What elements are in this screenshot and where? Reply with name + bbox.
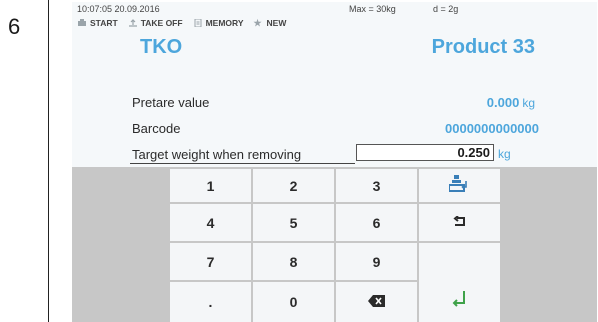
key-7[interactable]: 7 [170,243,251,280]
scale-load-icon [447,175,471,196]
enter-icon [452,291,468,312]
toolbar-take-off-label: TAKE OFF [140,18,183,28]
toolbar-start-button[interactable]: START [77,18,118,28]
toolbar-take-off-button[interactable]: TAKE OFF [128,18,183,28]
pretare-value-display: 0.000 kg [487,95,535,110]
undo-icon [452,214,467,231]
toolbar-start-label: START [90,18,118,28]
key-decimal[interactable]: . [170,282,251,322]
mode-title: TKO [140,36,183,58]
barcode-value: 0000000000000 [445,121,539,136]
backspace-icon [367,294,386,310]
toolbar-memory-button[interactable]: MEMORY [193,18,244,28]
key-5[interactable]: 5 [253,204,334,241]
key-9[interactable]: 9 [336,243,417,280]
product-title: Product 33 [431,36,535,58]
target-weight-unit: kg [498,147,511,161]
key-1[interactable]: 1 [170,169,251,202]
toolbar-new-label: NEW [266,18,287,28]
pretare-unit: kg [522,96,535,110]
target-underline [130,163,355,164]
scale-icon [77,19,87,27]
key-2[interactable]: 2 [253,169,334,202]
barcode-label: Barcode [132,121,181,136]
key-3[interactable]: 3 [336,169,417,202]
step-divider [48,0,49,322]
toolbar-new-button[interactable]: ★ NEW [254,18,287,28]
tare-icon [128,19,138,27]
enter-button[interactable] [419,243,500,322]
pretare-label: Pretare value [132,95,210,110]
toolbar-memory-label: MEMORY [205,18,244,28]
scale-load-button[interactable] [419,169,500,202]
backspace-button[interactable] [336,282,417,322]
key-0[interactable]: 0 [253,282,334,322]
undo-button[interactable] [419,204,500,241]
status-bar: 10:07:05 20.09.2016 Max = 30kg d = 2g [77,4,458,14]
status-datetime: 10:07:05 20.09.2016 [77,4,160,14]
status-division: d = 2g [433,4,459,14]
memory-icon [193,18,203,28]
pretare-value: 0.000 [486,95,520,110]
status-max-capacity: Max = 30kg [349,4,396,14]
key-8[interactable]: 8 [253,243,334,280]
key-6[interactable]: 6 [336,204,417,241]
target-weight-label: Target weight when removing [132,147,302,162]
key-4[interactable]: 4 [170,204,251,241]
keypad: 1 2 3 4 5 6 7 8 9 . 0 [72,167,597,322]
target-weight-input[interactable]: 0.250 [356,144,494,161]
toolbar: START TAKE OFF MEMORY ★ NEW [77,18,286,28]
star-icon: ★ [253,18,262,28]
terminal-screen: 10:07:05 20.09.2016 Max = 30kg d = 2g ST… [72,2,597,322]
step-number: 6 [8,14,21,39]
